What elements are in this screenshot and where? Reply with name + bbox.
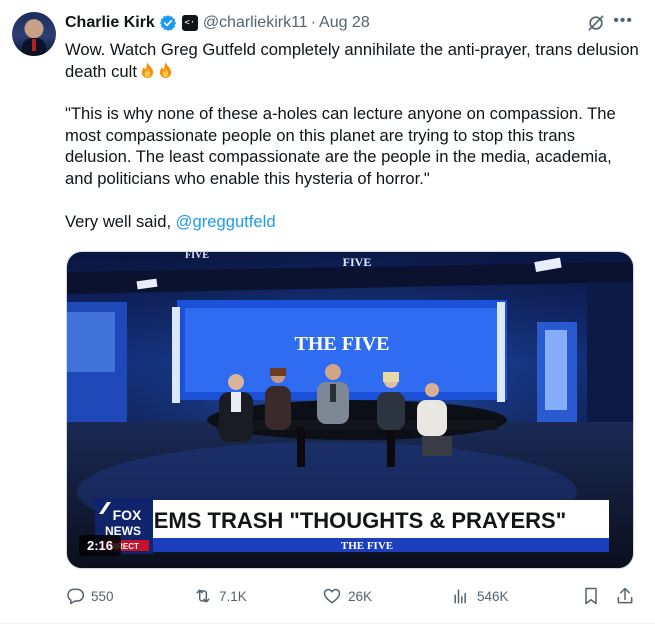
heart-icon <box>323 588 341 604</box>
tweet-quote: "This is why none of these a-holes can l… <box>65 104 616 188</box>
avatar-tie <box>32 39 36 51</box>
reply-icon <box>67 588 85 605</box>
views-button[interactable]: 546K <box>451 584 509 608</box>
tweet-body: Wow. Watch Greg Gutfeld completely annih… <box>65 39 640 232</box>
grok-icon[interactable] <box>586 13 606 33</box>
verified-badge-icon[interactable] <box>159 14 177 32</box>
tweet[interactable]: Charlie Kirk <· @charliekirk11 · Aug 28 … <box>0 0 655 624</box>
video-duration: 2:16 <box>79 535 122 556</box>
tweet-closing: Very well said, @greggutfeld <box>65 211 640 233</box>
reply-count: 550 <box>91 588 114 604</box>
lower-third-show: THE FIVE <box>341 540 393 552</box>
tweet-header: Charlie Kirk <· @charliekirk11 · Aug 28 <box>65 12 635 34</box>
video-frame: THE FIVE FIVE FIVE DEMS TRASH "THOUGHTS … <box>67 252 633 568</box>
mention-link[interactable]: @greggutfeld <box>176 212 276 231</box>
fire-emoji-icon <box>141 61 154 78</box>
ceiling-logo: FIVE <box>343 255 372 269</box>
lower-third-headline: DEMS TRASH "THOUGHTS & PRAYERS" <box>138 508 566 533</box>
share-button[interactable] <box>615 584 641 608</box>
author-name[interactable]: Charlie Kirk <box>65 14 155 32</box>
closing-text: Very well said, <box>65 211 176 231</box>
tweet-date[interactable]: Aug 28 <box>319 14 370 32</box>
views-count: 546K <box>477 588 509 604</box>
tweet-text-intro: Wow. Watch Greg Gutfeld completely annih… <box>65 39 640 82</box>
share-icon <box>617 587 633 604</box>
video-player[interactable]: THE FIVE FIVE FIVE DEMS TRASH "THOUGHTS … <box>66 251 634 569</box>
separator-dot: · <box>310 14 317 31</box>
like-count: 26K <box>348 588 373 604</box>
action-bar: 550 7.1K 26K 546K <box>65 584 640 608</box>
views-chart-icon <box>454 589 466 604</box>
bookmark-button[interactable] <box>581 584 607 608</box>
repost-count: 7.1K <box>219 588 247 604</box>
network-fox: FOX <box>113 507 142 523</box>
ceiling-logo-left: FIVE <box>185 252 209 261</box>
author-handle[interactable]: @charliekirk11 <box>203 14 308 32</box>
screen-show-logo: THE FIVE <box>294 333 389 355</box>
reply-button[interactable]: 550 <box>65 584 114 608</box>
affiliation-badge-icon[interactable]: <· <box>181 15 198 31</box>
repost-icon <box>196 589 210 603</box>
fire-emoji-icon <box>159 61 172 78</box>
bookmark-icon <box>585 587 597 605</box>
more-options-icon[interactable]: ••• <box>613 12 633 30</box>
like-button[interactable]: 26K <box>322 584 372 608</box>
repost-button[interactable]: 7.1K <box>193 584 247 608</box>
author-avatar[interactable] <box>12 12 56 56</box>
